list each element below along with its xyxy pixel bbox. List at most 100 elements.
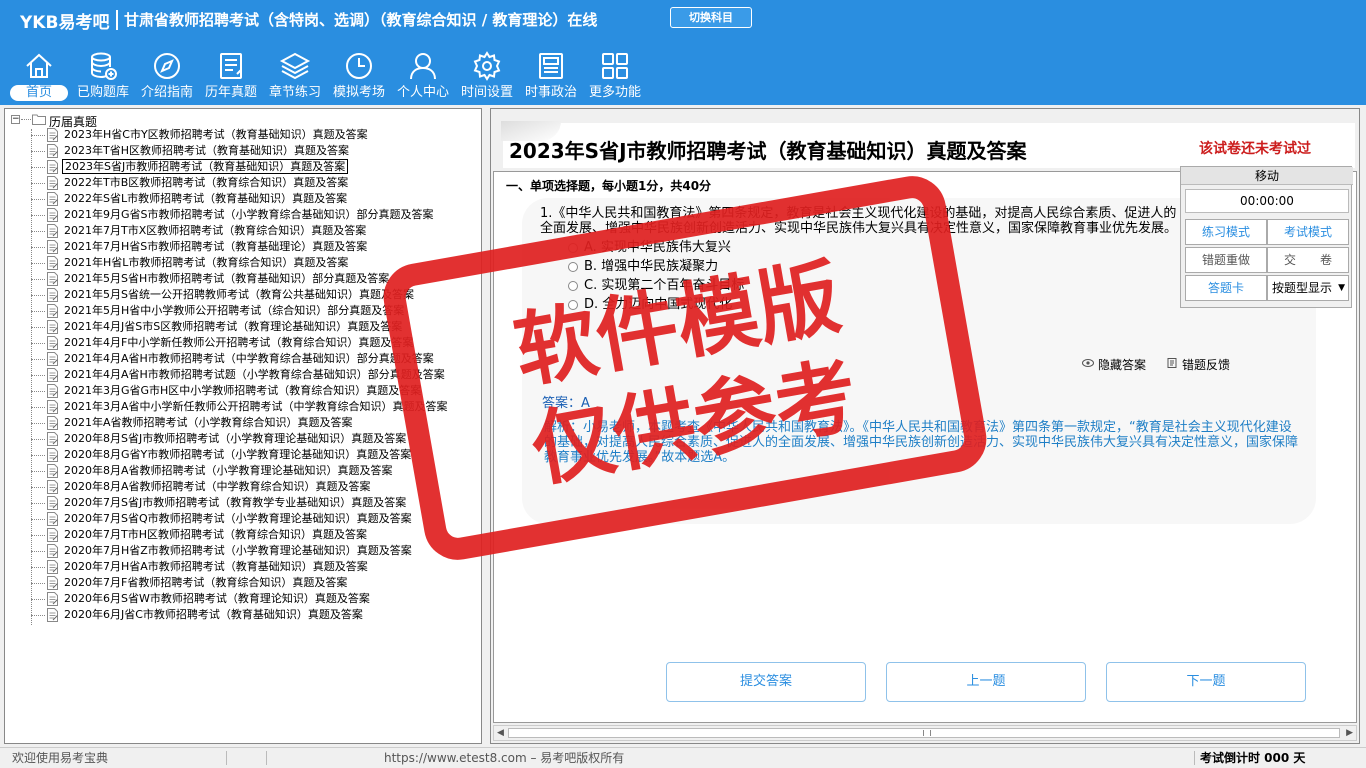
- tree-item[interactable]: 2020年7月S省Q市教师招聘考试（小学教育理论基础知识）真题及答案: [31, 511, 481, 527]
- tree-item[interactable]: 2020年8月S省J市教师招聘考试（小学教育理论基础知识）真题及答案: [31, 431, 481, 447]
- tree-item-label: 2020年7月T市H区教师招聘考试（教育综合知识）真题及答案: [64, 528, 367, 541]
- paper-tree[interactable]: − 历届真题 2023年H省C市Y区教师招聘考试（教育基础知识）真题及答案 202…: [4, 108, 482, 744]
- nav-past-papers[interactable]: 历年真题: [200, 48, 262, 104]
- tree-item[interactable]: 2021年9月G省S市教师招聘考试（小学教育综合基础知识）部分真题及答案: [31, 207, 481, 223]
- document-icon: [47, 432, 58, 446]
- tree-item-label: 2021年H省L市教师招聘考试（教育综合知识）真题及答案: [64, 256, 349, 269]
- nav-label: 已购题库: [76, 85, 129, 100]
- tree-item[interactable]: 2021年4月J省S市S区教师招聘考试（教育理论基础知识）真题及答案: [31, 319, 481, 335]
- radio-button[interactable]: [568, 281, 578, 291]
- nav-label: 模拟考场: [332, 85, 385, 100]
- tree-item[interactable]: 2023年T省H区教师招聘考试（教育基础知识）真题及答案: [31, 143, 481, 159]
- next-question-button[interactable]: 下一题: [1106, 662, 1306, 702]
- nav-guide[interactable]: 介绍指南: [136, 48, 198, 104]
- tree-connector: [31, 199, 45, 200]
- nav-mock-exam[interactable]: 模拟考场: [328, 48, 390, 104]
- document-icon: [47, 528, 58, 542]
- tree-connector: [31, 599, 45, 600]
- tree-item[interactable]: 2020年6月J省C市教师招聘考试（教育基础知识）真题及答案: [31, 607, 481, 623]
- tree-item[interactable]: 2021年5月S省统一公开招聘教师考试（教育公共基础知识）真题及答案: [31, 287, 481, 303]
- tree-item[interactable]: 2020年8月A省教师招聘考试（中学教育综合知识）真题及答案: [31, 479, 481, 495]
- chevron-down-icon: ▼: [1338, 283, 1345, 293]
- document-icon: [47, 560, 58, 574]
- tree-item-label: 2021年7月T市X区教师招聘考试（教育综合知识）真题及答案: [64, 224, 367, 237]
- tree-item[interactable]: 2020年7月F省教师招聘考试（教育综合知识）真题及答案: [31, 575, 481, 591]
- submit-paper-button[interactable]: 交 卷: [1267, 247, 1349, 273]
- tree-item[interactable]: 2021年4月F中小学新任教师公开招聘考试（教育综合知识）真题及答案: [31, 335, 481, 351]
- tree-item[interactable]: 2023年H省C市Y区教师招聘考试（教育基础知识）真题及答案: [31, 127, 481, 143]
- document-icon: [47, 496, 58, 510]
- countdown-text: 考试倒计时 000 天: [1200, 751, 1306, 765]
- tree-item[interactable]: 2020年8月G省Y市教师招聘考试（小学教育理论基础知识）真题及答案: [31, 447, 481, 463]
- tree-item[interactable]: 2020年7月T市H区教师招聘考试（教育综合知识）真题及答案: [31, 527, 481, 543]
- select-value: 按题型显示: [1272, 281, 1333, 295]
- tree-item[interactable]: 2023年S省J市教师招聘考试（教育基础知识）真题及答案: [31, 159, 481, 175]
- move-handle[interactable]: 移动: [1181, 167, 1353, 185]
- document-icon: [47, 416, 58, 430]
- answer-card-button[interactable]: 答题卡: [1185, 275, 1267, 301]
- scroll-left-icon[interactable]: ◀: [497, 728, 504, 738]
- tree-item[interactable]: 2020年7月H省Z市教师招聘考试（小学教育理论基础知识）真题及答案: [31, 543, 481, 559]
- tree-item[interactable]: 2021年7月H省S市教师招聘考试（教育基础理论）真题及答案: [31, 239, 481, 255]
- prev-question-button[interactable]: 上一题: [886, 662, 1086, 702]
- tree-item[interactable]: 2021年3月A省中小学新任教师公开招聘考试（中学教育综合知识）真题及答案: [31, 399, 481, 415]
- nav-chapter-practice[interactable]: 章节练习: [264, 48, 326, 104]
- tree-item[interactable]: 2021年5月S省H市教师招聘考试（教育基础知识）部分真题及答案: [31, 271, 481, 287]
- tree-connector: [31, 327, 45, 328]
- tree-item[interactable]: 2021年H省L市教师招聘考试（教育综合知识）真题及答案: [31, 255, 481, 271]
- tree-item[interactable]: 2020年8月A省教师招聘考试（小学教育理论基础知识）真题及答案: [31, 463, 481, 479]
- tree-item[interactable]: 2021年4月A省H市教师招聘考试（中学教育综合基础知识）部分真题及答案: [31, 351, 481, 367]
- horizontal-scrollbar[interactable]: ◀ ▶: [493, 725, 1357, 741]
- tree-item-label: 2020年6月J省C市教师招聘考试（教育基础知识）真题及答案: [64, 608, 363, 621]
- document-icon: [47, 448, 58, 462]
- app-title: 甘肃省教师招聘考试（含特岗、选调）（教育综合知识 / 教育理论）在线: [124, 11, 598, 29]
- nav-current-affairs[interactable]: 时事政治: [520, 48, 582, 104]
- tree-item[interactable]: 2021年5月H省中小学教师公开招聘考试（综合知识）部分真题及答案: [31, 303, 481, 319]
- tree-connector: [31, 135, 45, 136]
- newspaper-icon: [539, 53, 563, 79]
- document-icon: [47, 240, 58, 254]
- document-icon: [47, 224, 58, 238]
- tree-connector: [31, 263, 45, 264]
- radio-button[interactable]: [568, 262, 578, 272]
- nav-label: 历年真题: [204, 85, 257, 100]
- switch-subject-button[interactable]: 切换科目: [670, 7, 752, 28]
- status-divider: [266, 751, 267, 765]
- option-label: C. 实现第二个百年奋斗目标: [584, 278, 745, 293]
- radio-button[interactable]: [568, 300, 578, 310]
- nav-time-settings[interactable]: 时间设置: [456, 48, 518, 104]
- title-divider: [116, 10, 118, 30]
- document-icon: [47, 192, 58, 206]
- tree-item[interactable]: 2020年7月H省A市教师招聘考试（教育基础知识）真题及答案: [31, 559, 481, 575]
- nav-purchased[interactable]: 已购题库: [72, 48, 134, 104]
- redo-wrong-button[interactable]: 错题重做: [1185, 247, 1267, 273]
- nav-home[interactable]: 首页: [8, 48, 70, 104]
- document-icon: [47, 608, 58, 622]
- scroll-right-icon[interactable]: ▶: [1346, 728, 1353, 738]
- tree-item[interactable]: 2021年A省教师招聘考试（小学教育综合知识）真题及答案: [31, 415, 481, 431]
- nav-personal-center[interactable]: 个人中心: [392, 48, 454, 104]
- tree-item[interactable]: 2022年S省L市教师招聘考试（教育基础知识）真题及答案: [31, 191, 481, 207]
- tree-item-label: 2021年7月H省S市教师招聘考试（教育基础理论）真题及答案: [64, 240, 368, 253]
- document-icon: [47, 288, 58, 302]
- practice-mode-button[interactable]: 练习模式: [1185, 219, 1267, 245]
- collapse-icon[interactable]: −: [11, 115, 20, 124]
- scrollbar-thumb[interactable]: [508, 728, 1340, 738]
- tree-connector: [31, 567, 45, 568]
- answer-text: 答案：A: [542, 396, 590, 411]
- tree-item[interactable]: 2021年7月T市X区教师招聘考试（教育综合知识）真题及答案: [31, 223, 481, 239]
- submit-answer-button[interactable]: 提交答案: [666, 662, 866, 702]
- floating-control-panel[interactable]: 移动 00:00:00 练习模式 考试模式 错题重做 交 卷 答题卡 按题型显示…: [1180, 166, 1353, 308]
- nav-label: 时间设置: [460, 85, 513, 100]
- nav-more-features[interactable]: 更多功能: [584, 48, 646, 104]
- section-heading: 一、单项选择题，每小题1分，共40分: [506, 179, 712, 193]
- tree-item[interactable]: 2021年4月A省H市教师招聘考试题（小学教育综合基础知识）部分真题及答案: [31, 367, 481, 383]
- document-icon: [47, 256, 58, 270]
- tree-item[interactable]: 2021年3月G省G市H区中小学教师招聘考试（教育综合知识）真题及答案: [31, 383, 481, 399]
- radio-button[interactable]: [568, 243, 578, 253]
- exam-mode-button[interactable]: 考试模式: [1267, 219, 1349, 245]
- tree-item[interactable]: 2022年T市B区教师招聘考试（教育综合知识）真题及答案: [31, 175, 481, 191]
- tree-item[interactable]: 2020年6月S省W市教师招聘考试（教育理论知识）真题及答案: [31, 591, 481, 607]
- display-mode-select[interactable]: 按题型显示 ▼: [1267, 275, 1349, 301]
- tree-item[interactable]: 2020年7月S省J市教师招聘考试（教育教学专业基础知识）真题及答案: [31, 495, 481, 511]
